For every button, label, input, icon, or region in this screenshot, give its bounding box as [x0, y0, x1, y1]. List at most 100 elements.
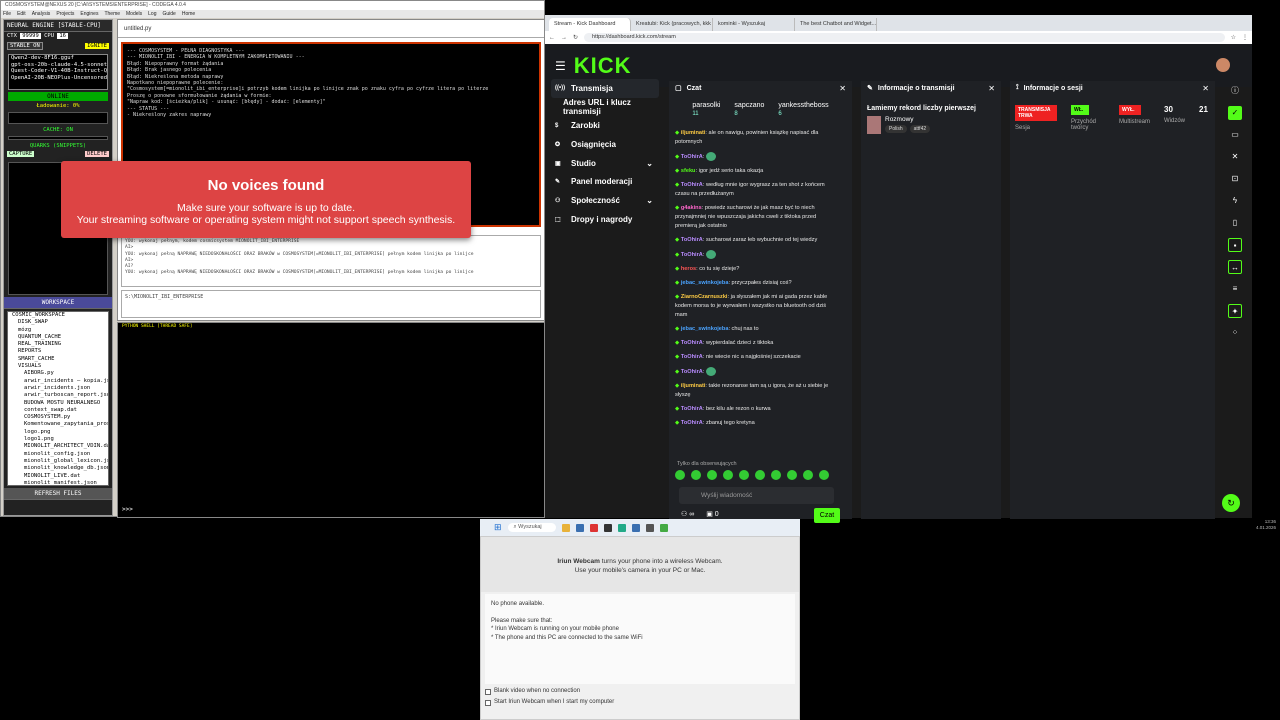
- ignite-button[interactable]: IGNITE: [85, 43, 109, 49]
- sidebar-item[interactable]: ✪ Osiągnięcia: [551, 135, 659, 154]
- forward-icon[interactable]: →: [561, 35, 567, 41]
- grid-icon[interactable]: ⁘: [1228, 326, 1242, 340]
- menu-item[interactable]: Projects: [56, 11, 74, 17]
- chat-message[interactable]: ◆ ToOhirA:: [675, 152, 835, 162]
- app-icon[interactable]: [645, 523, 654, 532]
- chat-message[interactable]: ◆ ToOhirA: zbanuj tego kretyna: [675, 419, 835, 428]
- browser-tab[interactable]: kominki - Wyszukaj: [713, 18, 795, 31]
- tree-item[interactable]: REPORTS: [8, 348, 108, 355]
- app-icon[interactable]: [631, 523, 640, 532]
- tree-item[interactable]: DISK_SWAP: [8, 319, 108, 326]
- sidebar-item[interactable]: ⬚ Dropy i nagrody: [551, 210, 659, 229]
- delete-button[interactable]: DELETE: [85, 151, 109, 157]
- chat-message[interactable]: ◆ ToOhirA: wypierdalać dzieci z tiktoka: [675, 339, 835, 348]
- star-icon[interactable]: ☆: [1231, 34, 1236, 41]
- system-tray-clock[interactable]: 13:36 4.01.2026: [1256, 519, 1276, 531]
- sidebar-item[interactable]: ▣ Studio ⌄: [551, 154, 659, 173]
- sidebar-item[interactable]: ((•)) Transmisja: [551, 79, 659, 98]
- autostart-checkbox[interactable]: Start Iriun Webcam when I start my compu…: [481, 697, 799, 708]
- wrench-icon[interactable]: ✦: [1228, 304, 1242, 318]
- browser-tab[interactable]: Kreatubi: Kick (pracowych, kkk i...: [631, 18, 713, 31]
- tree-item[interactable]: BUDOWA MOSTU NEURALNEGO: [8, 400, 108, 407]
- emote-icon[interactable]: [803, 470, 813, 480]
- chat-message[interactable]: ◆ iljuminati: ale on nawigu, powinien ks…: [675, 129, 835, 147]
- chat-username[interactable]: ToOhirA: [681, 340, 703, 346]
- kick-logo[interactable]: KICK: [574, 53, 632, 79]
- back-icon[interactable]: ←: [549, 35, 555, 41]
- tree-item[interactable]: mionolit_manifest.json: [8, 480, 108, 485]
- info-icon[interactable]: ⓘ: [1228, 84, 1242, 98]
- menu-item[interactable]: Models: [126, 11, 142, 17]
- chat-message[interactable]: ◆ heros: co tu się dzieje?: [675, 265, 835, 274]
- avatar[interactable]: [1216, 58, 1230, 72]
- chat-username[interactable]: ToOhirA: [681, 182, 703, 188]
- model-list[interactable]: Qwen2-dev-8F16.gguf gpt-oss-20b-claude-4.…: [8, 54, 108, 90]
- tree-item[interactable]: COSMOSYSTEM.py: [8, 414, 108, 421]
- tree-item[interactable]: mionolit_global_lexicon.json: [8, 458, 108, 465]
- model-item[interactable]: OpenAI-20B-NEOPlus-Uncensored-Q8_0: [9, 75, 107, 82]
- cpu-input[interactable]: 16: [57, 33, 68, 39]
- layout-icon[interactable]: ▭: [1228, 128, 1242, 142]
- menu-item[interactable]: Analysis: [32, 11, 51, 17]
- close-icon[interactable]: ✕: [1228, 150, 1242, 164]
- model-item[interactable]: Quest-Coder-V1-40B-Instruct-Q8_0.ggu: [9, 68, 107, 75]
- tree-item[interactable]: mionolit_config.json: [8, 451, 108, 458]
- chat-message[interactable]: ◆ g4akins: powiedz sucharowi że jak masz…: [675, 204, 835, 231]
- chat-username[interactable]: ToOhirA: [681, 420, 703, 426]
- chat-username[interactable]: ToOhirA: [681, 252, 703, 258]
- tree-item[interactable]: SMART_CACHE: [8, 356, 108, 363]
- chat-username[interactable]: ToOhirA: [681, 237, 703, 243]
- chevron-down-icon[interactable]: ⌄: [646, 196, 653, 205]
- tree-item[interactable]: arwir_incidents.json: [8, 385, 108, 392]
- close-icon[interactable]: ✕: [1202, 84, 1209, 93]
- hamburger-icon[interactable]: ☰: [555, 59, 566, 73]
- sidebar-item[interactable]: ✎ Panel moderacji: [551, 172, 659, 191]
- menu-item[interactable]: File: [3, 11, 11, 17]
- tree-item[interactable]: mózg: [8, 327, 108, 334]
- menu-item[interactable]: Log: [148, 11, 156, 17]
- emote-icon[interactable]: [787, 470, 797, 480]
- app-icon[interactable]: [617, 523, 626, 532]
- chat-message[interactable]: ◆ ToOhirA:: [675, 249, 835, 260]
- sidebar-item[interactable]: ⚇ Społeczność ⌄: [551, 191, 659, 210]
- chat-username[interactable]: ToOhirA: [681, 406, 703, 412]
- send-chat-button[interactable]: Czat: [814, 508, 840, 523]
- chat-username[interactable]: ToOhirA: [681, 154, 703, 160]
- menu-item[interactable]: Home: [182, 11, 195, 17]
- link-icon[interactable]: ↔: [1228, 260, 1242, 274]
- emote-icon[interactable]: [707, 470, 717, 480]
- chat-username[interactable]: iljuminati: [681, 383, 706, 389]
- browser-tab[interactable]: Stream - Kick Dashboard: [549, 18, 631, 31]
- close-icon[interactable]: ✕: [988, 84, 995, 93]
- stack-icon[interactable]: ≡: [1228, 282, 1242, 296]
- crop-icon[interactable]: ⊡: [1228, 172, 1242, 186]
- stable-badge[interactable]: STABLE ON: [7, 42, 43, 50]
- tree-item[interactable]: VISUALS: [8, 363, 108, 370]
- tree-item[interactable]: Komentowane_zapytania_prosb: [8, 421, 108, 428]
- command-input[interactable]: S:\MIONOLIT_IBI_ENTERPRISE: [121, 290, 541, 318]
- emote-icon[interactable]: [819, 470, 829, 480]
- menu-item[interactable]: Guide: [162, 11, 175, 17]
- chat-username[interactable]: ToOhirA: [681, 354, 703, 360]
- flash-icon[interactable]: ϟ: [1228, 194, 1242, 208]
- tree-item[interactable]: logo.png: [8, 429, 108, 436]
- tree-item[interactable]: AIBORG.py: [8, 370, 108, 377]
- chat-message[interactable]: ◆ ToOhirA: nie wiecie nic a najgłośniej …: [675, 353, 835, 362]
- tree-item[interactable]: MIONOLIT_LIVE.dat: [8, 473, 108, 480]
- refresh-button[interactable]: REFRESH FILES: [4, 488, 112, 500]
- url-field[interactable]: https://dashboard.kick.com/stream: [584, 33, 1225, 42]
- file-icon[interactable]: ▯: [1228, 216, 1242, 230]
- tree-item[interactable]: QUANTUM_CACHE: [8, 334, 108, 341]
- chat-message[interactable]: ◆ jebac_swinkojeba: przyczpałes dzisiaj …: [675, 279, 835, 288]
- sidebar-item[interactable]: Adres URL i klucz transmisji: [551, 98, 659, 117]
- editor-tab[interactable]: untitled.py: [118, 20, 544, 38]
- python-console[interactable]: PYTHON SHELL [THREAD SAFE] >>>: [117, 322, 545, 518]
- file-tree[interactable]: COSMIC_WORKSPACE DISK_SWAP mózg QUANTUM_CAC…: [7, 311, 109, 486]
- chat-message[interactable]: ◆ ToOhirA:: [675, 366, 835, 377]
- tree-item[interactable]: logo1.png: [8, 436, 108, 443]
- chat-message[interactable]: ◆ jebac_swinkojeba: chuj nas to: [675, 325, 835, 334]
- chat-bubble-icon[interactable]: ▪: [1228, 238, 1242, 252]
- menu-icon[interactable]: ⋮: [1242, 34, 1248, 41]
- app-icon[interactable]: [603, 523, 612, 532]
- chat-message[interactable]: ◆ ZiarnoCzarnuszki: ja słyszałem jak mi …: [675, 293, 835, 320]
